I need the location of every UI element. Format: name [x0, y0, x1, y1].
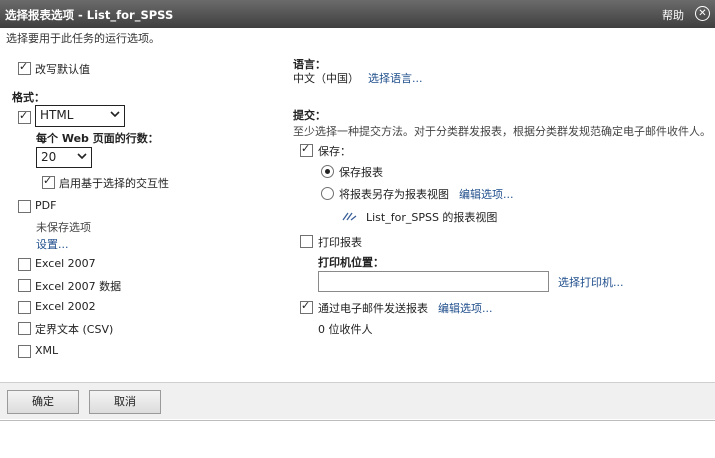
html-checkbox[interactable]: [18, 109, 31, 124]
pdf-label: PDF: [35, 199, 57, 212]
interactive-checkbox[interactable]: [42, 174, 55, 189]
pdf-checkbox[interactable]: [18, 200, 31, 213]
csv-label: 定界文本 (CSV): [35, 323, 114, 336]
printer-location-input[interactable]: [318, 271, 549, 292]
language-value: 中文（中国）: [293, 72, 359, 85]
print-label: 打印报表: [318, 236, 362, 249]
excel2007-checkbox[interactable]: [18, 258, 31, 271]
edit-view-options-link[interactable]: 编辑选项...: [459, 186, 514, 202]
format-select[interactable]: HTML: [35, 105, 125, 127]
close-icon[interactable]: ✕: [695, 6, 710, 21]
email-checkbox[interactable]: [300, 299, 313, 314]
ok-button[interactable]: 确定: [7, 390, 79, 414]
cancel-button[interactable]: 取消: [89, 390, 161, 414]
report-view-name: List_for_SPSS 的报表视图: [366, 211, 498, 224]
chevron-down-icon: [110, 109, 120, 119]
pdf-settings-link[interactable]: 设置...: [36, 236, 69, 252]
excel2007data-label: Excel 2007 数据: [35, 280, 122, 293]
xml-label: XML: [35, 344, 59, 357]
chevron-down-icon: [77, 151, 87, 161]
bottom-divider: [0, 420, 715, 421]
delivery-heading: 提交：: [293, 109, 326, 122]
format-select-value: HTML: [40, 108, 74, 122]
select-printer-link[interactable]: 选择打印机...: [558, 274, 624, 290]
rows-select[interactable]: 20: [36, 147, 92, 168]
csv-checkbox[interactable]: [18, 322, 31, 335]
format-heading: 格式：: [12, 91, 45, 104]
pdf-note: 未保存选项: [36, 221, 91, 234]
window-title: 选择报表选项 - List_for_SPSS: [5, 8, 174, 22]
delivery-description: 至少选择一种提交方法。对于分类群发报表，根据分类群发规范确定电子邮件收件人。: [293, 125, 711, 138]
rows-select-value: 20: [41, 150, 57, 164]
edit-email-options-link[interactable]: 编辑选项...: [438, 300, 493, 316]
override-checkbox[interactable]: [18, 60, 31, 75]
excel2002-checkbox[interactable]: [18, 301, 31, 314]
interactive-label: 启用基于选择的交互性: [59, 177, 169, 190]
instruction-text: 选择要用于此任务的运行选项。: [6, 32, 160, 45]
save-report-label: 保存报表: [339, 166, 383, 179]
rows-label: 每个 Web 页面的行数：: [36, 132, 159, 145]
save-as-view-label: 将报表另存为报表视图: [339, 188, 449, 201]
excel2007-label: Excel 2007: [35, 257, 96, 270]
save-as-view-radio[interactable]: [321, 187, 334, 200]
help-link[interactable]: 帮助: [662, 7, 684, 23]
override-label: 改写默认值: [35, 63, 90, 76]
save-checkbox[interactable]: [300, 142, 313, 157]
title-bar: 选择报表选项 - List_for_SPSS 帮助 ✕: [0, 0, 715, 28]
save-label: 保存：: [318, 145, 351, 158]
xml-checkbox[interactable]: [18, 345, 31, 358]
email-label: 通过电子邮件发送报表: [318, 302, 428, 315]
report-view-icon: [342, 211, 362, 221]
recipients-count: 0 位收件人: [318, 323, 373, 336]
select-language-link[interactable]: 选择语言...: [368, 70, 423, 86]
save-report-radio[interactable]: [321, 165, 334, 178]
excel2002-label: Excel 2002: [35, 300, 96, 313]
printer-location-label: 打印机位置：: [318, 256, 384, 269]
excel2007data-checkbox[interactable]: [18, 279, 31, 292]
print-checkbox[interactable]: [300, 235, 313, 248]
